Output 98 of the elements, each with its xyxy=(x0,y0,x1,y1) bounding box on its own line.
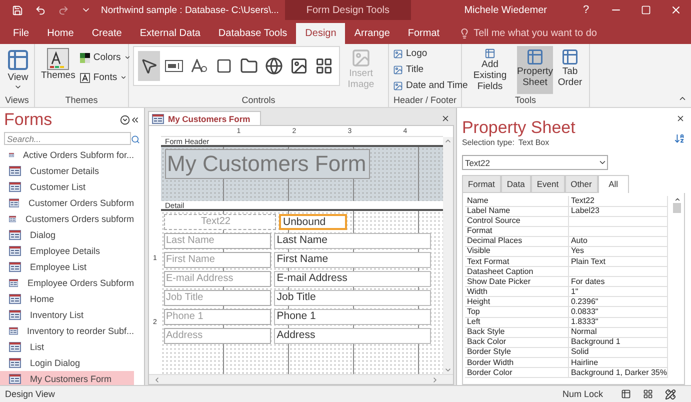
property-name: Height xyxy=(464,296,569,308)
property-name: Name xyxy=(464,196,569,206)
property-name: Datasheet Caption xyxy=(464,266,569,278)
text-box-control[interactable]: Job Title xyxy=(274,290,431,306)
text-box-control[interactable]: First Name xyxy=(274,252,431,268)
property-name: Border Width xyxy=(464,358,569,368)
property-name: Decimal Places xyxy=(464,236,569,247)
property-value[interactable]: 1.8333" xyxy=(568,317,668,328)
tab-label: My Customers Form xyxy=(168,114,250,124)
object-dropdown[interactable]: Text22 xyxy=(462,155,608,170)
property-name: Width xyxy=(464,286,569,298)
property-value[interactable]: Hairline xyxy=(568,358,668,368)
property-tab[interactable]: Data xyxy=(500,175,531,193)
group-label: Controls xyxy=(240,95,276,107)
property-name: Back Color xyxy=(464,337,569,348)
view-button[interactable]: View xyxy=(4,46,32,94)
status-text: Design View xyxy=(5,389,55,399)
property-name: Border Style xyxy=(464,347,569,358)
nav-item[interactable]: Employee Details xyxy=(0,243,134,259)
selection-type-value: Text Box xyxy=(518,138,550,147)
ribbon-tab[interactable]: Design xyxy=(296,23,346,44)
tool-button[interactable]: Tab Order xyxy=(556,46,584,94)
nav-item[interactable]: Inventory List xyxy=(0,307,134,323)
text-box-control[interactable]: E-mail Address xyxy=(274,271,431,287)
property-value[interactable]: Normal xyxy=(568,327,668,338)
nav-item[interactable]: Home xyxy=(0,291,134,307)
nav-item[interactable]: Dialog xyxy=(0,227,134,243)
user-name: Michele Wiedemer xyxy=(464,4,547,16)
ribbon-tab[interactable]: Format xyxy=(398,23,449,44)
property-name: Visible xyxy=(464,246,569,257)
group-label: Tools xyxy=(514,95,537,107)
text-box-control[interactable]: Last Name xyxy=(274,233,431,249)
header-footer-button[interactable]: Title xyxy=(393,62,424,77)
property-value[interactable]: 1" xyxy=(568,286,668,298)
nav-item[interactable]: Customer Details xyxy=(0,163,134,179)
property-name: Text Format xyxy=(464,256,569,268)
property-name: Back Style xyxy=(464,327,569,338)
property-value[interactable]: Background 1 xyxy=(568,337,668,348)
nav-title: Forms xyxy=(4,110,54,130)
ribbon-tab[interactable]: Database Tools xyxy=(209,23,296,44)
property-value[interactable]: 0.0833" xyxy=(568,307,668,318)
property-value[interactable]: 0.2396" xyxy=(568,296,668,308)
header-footer-button[interactable]: Logo xyxy=(393,46,428,61)
ribbon-tab[interactable]: File xyxy=(4,23,38,44)
nav-item[interactable]: Customer Orders Subform xyxy=(0,195,134,211)
colors-button[interactable]: Colors xyxy=(80,50,131,65)
property-name: Border Color xyxy=(464,368,569,378)
property-value[interactable]: Text22 xyxy=(568,196,668,206)
search-field[interactable]: Search... xyxy=(4,132,131,145)
ribbon-tab[interactable]: External Data xyxy=(130,23,210,44)
ribbon-tab[interactable]: Arrange xyxy=(345,23,399,44)
nav-item[interactable]: Active Orders Subform for... xyxy=(0,147,134,163)
num-lock-indicator: Num Lock xyxy=(562,389,603,399)
property-value[interactable]: Solid xyxy=(568,347,668,358)
tool-button[interactable]: Add Existing Fields xyxy=(466,46,514,94)
nav-item[interactable]: Customers Orders subform xyxy=(0,211,134,227)
themes-button[interactable]: Themes xyxy=(39,46,78,94)
nav-item[interactable]: Employee List xyxy=(0,259,134,275)
group-label: Header / Footer xyxy=(393,95,457,107)
nav-item[interactable]: Employee Orders Subform xyxy=(0,275,134,291)
context-title: Form Design Tools xyxy=(284,0,411,20)
nav-item[interactable]: Inventory to reorder Subf... xyxy=(0,323,134,339)
selection-type-label: Selection type: xyxy=(462,138,514,147)
property-tab[interactable]: All xyxy=(598,175,629,193)
header-footer-button[interactable]: Date and Time xyxy=(393,78,468,93)
property-value[interactable]: Label23 xyxy=(568,206,668,217)
tell-me-field[interactable]: Tell me what you want to do xyxy=(474,28,597,39)
text-box-control[interactable]: Unbound xyxy=(279,214,347,230)
text-box-control[interactable]: Phone 1 xyxy=(274,309,431,325)
property-value[interactable]: Yes xyxy=(568,246,668,257)
property-tab[interactable]: Format xyxy=(462,175,501,193)
nav-item[interactable]: Login Dialog xyxy=(0,355,134,371)
document-tab[interactable]: My Customers Form xyxy=(148,111,262,125)
ribbon-tab[interactable]: Create xyxy=(82,23,131,44)
group-label: Views xyxy=(4,95,30,107)
text-box-control[interactable]: Address xyxy=(274,328,431,344)
tool-button[interactable]: Property Sheet xyxy=(517,46,553,94)
property-name: Left xyxy=(464,317,569,328)
help-button[interactable]: ? xyxy=(571,4,601,16)
group-label: Themes xyxy=(64,95,99,107)
property-value[interactable]: Background 1, Darker 35% xyxy=(568,368,668,378)
nav-item[interactable]: List xyxy=(0,339,134,355)
nav-item[interactable]: Customer List xyxy=(0,179,134,195)
fonts-button[interactable]: Fonts xyxy=(80,70,131,85)
form-title-label: My Customers Form xyxy=(165,149,370,179)
ribbon-tab[interactable]: Home xyxy=(38,23,83,44)
property-tab[interactable]: Other xyxy=(564,175,598,193)
property-value[interactable]: For dates xyxy=(568,276,668,288)
property-name: Label Name xyxy=(464,206,569,217)
property-tab[interactable]: Event xyxy=(530,175,565,193)
panel-title: Property Sheet xyxy=(462,118,576,138)
property-name: Control Source xyxy=(464,216,569,227)
window-title: Northwind sample : Database- C:\Users\... xyxy=(101,4,279,16)
property-name: Top xyxy=(464,307,569,318)
property-value[interactable]: Auto xyxy=(568,236,668,247)
property-value[interactable]: Plain Text xyxy=(568,256,668,268)
property-name: Format xyxy=(464,226,569,237)
property-name: Show Date Picker xyxy=(464,276,569,288)
